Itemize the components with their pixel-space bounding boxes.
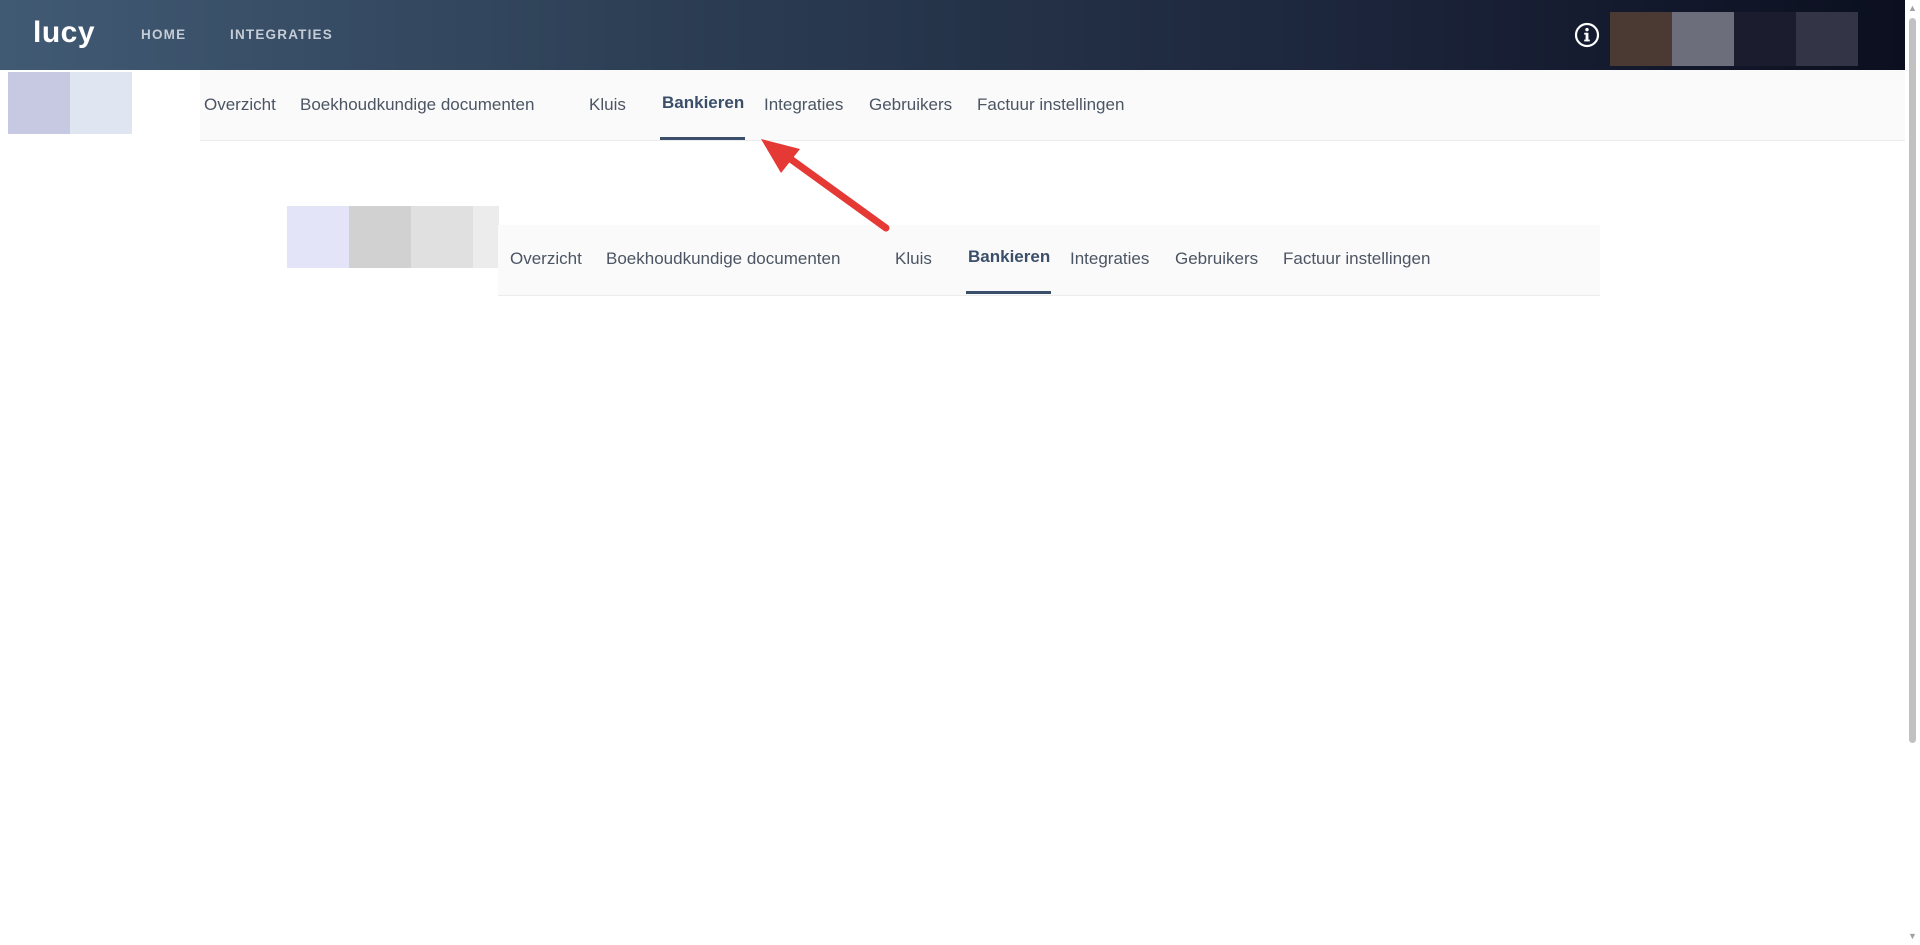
- tab-factuur-instellingen[interactable]: Factuur instellingen: [977, 94, 1124, 116]
- preview-tab-integraties[interactable]: Integraties: [1070, 248, 1149, 270]
- tab-integraties[interactable]: Integraties: [764, 94, 843, 116]
- user-avatar-redacted[interactable]: [1734, 12, 1796, 66]
- company-logo-redacted: [70, 72, 132, 134]
- preview-tab-overzicht[interactable]: Overzicht: [510, 248, 582, 270]
- scrollbar-thumb[interactable]: [1909, 18, 1916, 743]
- preview-tab-gebruikers[interactable]: Gebruikers: [1175, 248, 1258, 270]
- user-avatar-redacted[interactable]: [1672, 12, 1734, 66]
- tab-gebruikers[interactable]: Gebruikers: [869, 94, 952, 116]
- scroll-up-arrow-icon[interactable]: ▲: [1907, 3, 1918, 14]
- nav-home-link[interactable]: HOME: [141, 26, 186, 44]
- tab-overzicht[interactable]: Overzicht: [204, 94, 276, 116]
- preview-tab-bankieren-active[interactable]: Bankieren: [968, 246, 1050, 268]
- company-logo-redacted: [8, 72, 70, 134]
- tab-bankieren-active[interactable]: Bankieren: [662, 92, 744, 114]
- app-root: lucy HOME INTEGRATIES Overzicht Boekhoud…: [0, 0, 1920, 945]
- annotation-arrow-icon: [761, 139, 890, 232]
- preview-tab-factuur-instellingen[interactable]: Factuur instellingen: [1283, 248, 1430, 270]
- lucy-logo[interactable]: lucy: [33, 13, 95, 53]
- tab-boekhoudkundige-documenten[interactable]: Boekhoudkundige documenten: [300, 94, 534, 116]
- company-logo-redacted: [287, 206, 349, 268]
- active-tab-indicator: [660, 137, 745, 140]
- info-circle-icon[interactable]: [1574, 22, 1600, 48]
- company-logo-redacted: [349, 206, 411, 268]
- top-header: lucy HOME INTEGRATIES: [0, 0, 1905, 70]
- company-logo-redacted: [473, 206, 499, 268]
- user-avatar-redacted[interactable]: [1796, 12, 1858, 66]
- preview-tab-boekhoudkundige-documenten[interactable]: Boekhoudkundige documenten: [606, 248, 840, 270]
- user-avatar-redacted[interactable]: [1610, 12, 1672, 66]
- tab-kluis[interactable]: Kluis: [589, 94, 626, 116]
- nav-integraties-link[interactable]: INTEGRATIES: [230, 26, 333, 44]
- scroll-down-arrow-icon[interactable]: ▼: [1907, 931, 1918, 942]
- preview-tab-kluis[interactable]: Kluis: [895, 248, 932, 270]
- preview-active-tab-indicator: [966, 291, 1051, 294]
- company-logo-redacted: [411, 206, 473, 268]
